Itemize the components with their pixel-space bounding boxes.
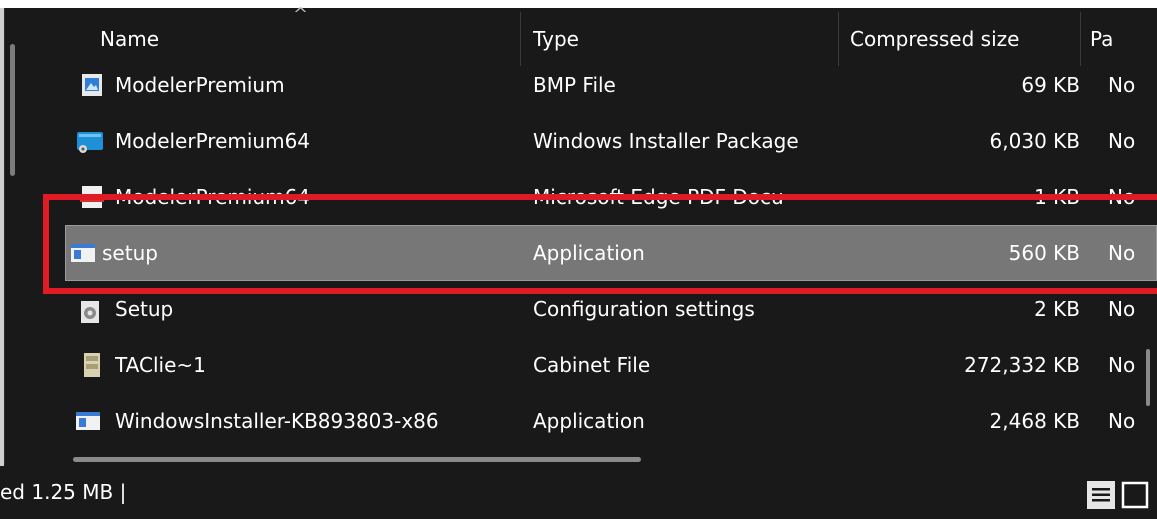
file-row[interactable]: ModelerPremium BMP File 69 KB No [35,57,1157,113]
highlight-box [43,194,1157,294]
file-name: ModelerPremium [115,73,285,97]
file-row[interactable]: WindowsInstaller-KB893803-x86 Applicatio… [35,393,1157,449]
details-view-icon[interactable] [1086,480,1116,510]
file-name: WindowsInstaller-KB893803-x86 [115,409,439,433]
file-type: BMP File [533,73,616,97]
navigation-pane-scrollbar[interactable] [10,44,15,176]
file-type: Application [533,409,645,433]
large-icons-view-icon[interactable] [1120,480,1150,510]
file-row[interactable]: TAClie~1 Cabinet File 272,332 KB No [35,337,1157,393]
window-top-edge [0,0,1157,8]
file-compressed-size: 272,332 KB [964,353,1080,377]
bmp-file-icon [82,74,102,96]
file-compressed-size: 2,468 KB [989,409,1080,433]
cabinet-file-icon [84,353,100,377]
settings-file-icon [81,301,99,323]
pane-separator [4,8,5,464]
file-password-protected: No [1108,73,1136,97]
file-password-protected: No [1108,129,1136,153]
vertical-scrollbar[interactable] [1146,349,1150,406]
status-bar: ed 1.25 MB | [0,466,1157,519]
horizontal-scrollbar[interactable] [73,457,641,462]
windows-installer-icon [77,132,103,153]
application-icon [76,412,100,430]
file-row[interactable]: ModelerPremium64 Windows Installer Packa… [35,113,1157,169]
file-name: ModelerPremium64 [115,129,311,153]
file-type: Windows Installer Package [533,129,799,153]
file-compressed-size: 6,030 KB [989,129,1080,153]
file-name: TAClie~1 [115,353,206,377]
status-selected-size: ed 1.25 MB | [0,480,127,504]
file-compressed-size: 69 KB [1021,73,1080,97]
file-type: Cabinet File [533,353,651,377]
